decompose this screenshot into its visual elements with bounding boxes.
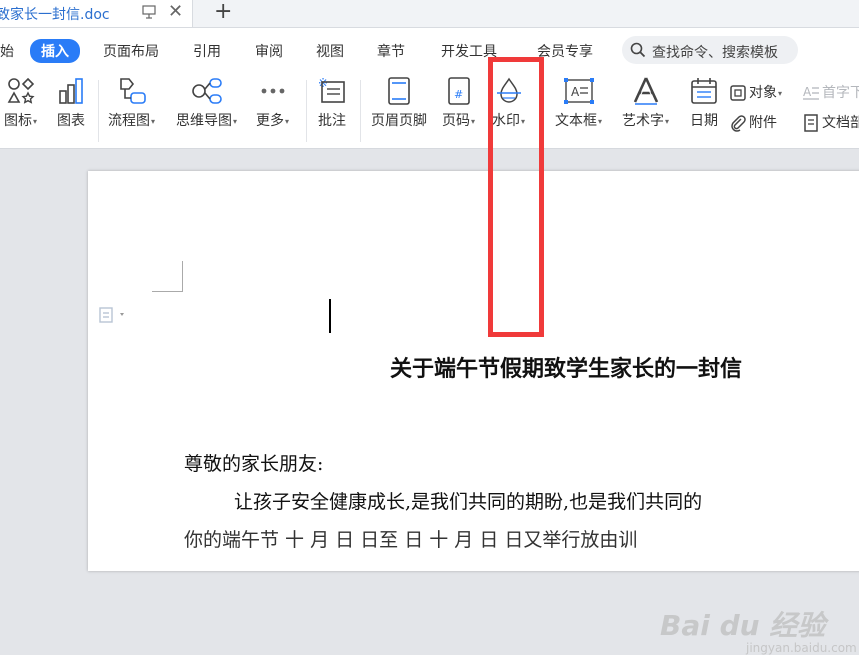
header-footer-label: 页眉页脚 xyxy=(371,113,427,129)
object-button[interactable]: 对象▾ xyxy=(729,82,782,102)
tab-references[interactable]: 引用 xyxy=(193,41,221,61)
wordart-button[interactable]: 艺术字▾ xyxy=(622,76,669,130)
insert-ribbon: 图标▾ 图表 流程图▾ 思维导图▾ 更多▾ ※ 批注 页眉页脚 # 页码▾ 水印… xyxy=(0,72,859,149)
document-parts-icon xyxy=(804,114,818,132)
document-area[interactable]: 关于端午节假期致学生家长的一封信 尊敬的家长朋友: 让孩子安全健康成长,是我们共… xyxy=(0,149,859,655)
more-icon xyxy=(261,88,284,94)
dropcap-label: 首字下 xyxy=(822,85,859,101)
text-cursor xyxy=(329,299,331,333)
doc-parts-button[interactable]: 文档部 xyxy=(802,112,859,132)
comment-label: 批注 xyxy=(318,113,346,129)
textbox-button[interactable]: A 文本框▾ xyxy=(555,76,602,130)
chevron-down-icon: ▾ xyxy=(665,116,670,126)
baidu-jingyan-url: jingyan.baidu.com xyxy=(746,641,857,655)
chevron-down-icon: ▾ xyxy=(285,116,290,126)
document-title: 关于端午节假期致学生家长的一封信 xyxy=(390,357,743,382)
date-button[interactable]: 日期 xyxy=(689,76,719,130)
ribbon-divider xyxy=(306,80,307,142)
icons-label: 图标 xyxy=(4,113,32,129)
body-paragraph-line-partial: 你的端午节 十 月 日 日至 日 十 月 日 日又举行放由训 xyxy=(184,529,638,551)
chart-label: 图表 xyxy=(57,113,85,129)
page-number-button[interactable]: # 页码▾ xyxy=(442,76,475,130)
tab-member[interactable]: 会员专享 xyxy=(537,41,593,61)
doc-parts-label: 文档部 xyxy=(822,115,859,131)
tab-review[interactable]: 审阅 xyxy=(255,41,283,61)
chart-button[interactable]: 图表 xyxy=(56,76,86,130)
object-icon xyxy=(730,85,746,101)
header-footer-icon xyxy=(388,77,410,105)
date-label: 日期 xyxy=(690,113,718,129)
textbox-label: 文本框 xyxy=(555,113,597,129)
icons-icon xyxy=(7,77,35,104)
margin-corner-mark xyxy=(152,261,183,292)
tab-view[interactable]: 视图 xyxy=(316,41,344,61)
salutation: 尊敬的家长朋友: xyxy=(184,453,324,475)
chevron-down-icon: ▾ xyxy=(778,88,783,98)
attachment-label: 附件 xyxy=(749,115,777,131)
tab-bar: 致家长一封信.doc ✕ + xyxy=(0,0,859,28)
attachment-button[interactable]: 附件 xyxy=(729,112,777,132)
chevron-down-icon: ▾ xyxy=(233,116,238,126)
comment-icon: ※ xyxy=(318,76,345,103)
ribbon-divider xyxy=(98,80,99,142)
mindmap-icon xyxy=(191,78,222,104)
close-tab-icon[interactable]: ✕ xyxy=(168,2,183,22)
tab-insert[interactable]: 插入 xyxy=(30,39,80,63)
more-label: 更多 xyxy=(256,113,284,129)
svg-text:A: A xyxy=(803,85,812,99)
tab-section[interactable]: 章节 xyxy=(377,41,405,61)
tab-page-layout[interactable]: 页面布局 xyxy=(103,41,159,61)
watermark-highlight-box xyxy=(488,57,544,337)
dropcap-icon: A xyxy=(803,85,819,100)
object-label: 对象 xyxy=(749,85,777,101)
header-footer-button[interactable]: 页眉页脚 xyxy=(371,76,427,130)
paperclip-icon xyxy=(731,115,746,132)
chevron-down-icon: ▾ xyxy=(151,116,156,126)
svg-text:#: # xyxy=(454,88,463,101)
flowchart-label: 流程图 xyxy=(108,113,150,129)
ribbon-divider xyxy=(360,80,361,142)
wordart-label: 艺术字 xyxy=(622,113,664,129)
search-placeholder: 查找命令、搜索模板 xyxy=(652,45,778,61)
comment-button[interactable]: ※ 批注 xyxy=(316,76,348,130)
dropcap-button[interactable]: A 首字下 xyxy=(802,82,859,102)
chevron-down-icon: ▾ xyxy=(33,116,38,126)
body-paragraph-line: 让孩子安全健康成长,是我们共同的期盼,也是我们共同的 xyxy=(234,491,703,513)
textbox-icon: A xyxy=(563,78,594,104)
menu-bar: 始 插入 页面布局 引用 审阅 视图 章节 开发工具 会员专享 查找命令、搜索模… xyxy=(0,28,859,72)
mindmap-label: 思维导图 xyxy=(176,113,232,129)
calendar-icon xyxy=(691,78,717,104)
flowchart-icon xyxy=(119,78,146,104)
icons-button[interactable]: 图标▾ xyxy=(4,76,37,130)
svg-text:※: ※ xyxy=(318,76,328,90)
search-icon xyxy=(630,42,646,58)
page-number-icon: # xyxy=(447,77,470,105)
tab-home[interactable]: 始 xyxy=(0,41,14,61)
wordart-icon xyxy=(633,77,658,105)
chevron-down-icon: ▾ xyxy=(598,116,603,126)
baidu-jingyan-logo: Bai du 经验 xyxy=(660,609,826,642)
pin-icon[interactable] xyxy=(142,5,156,19)
document-page[interactable]: 关于端午节假期致学生家长的一封信 尊敬的家长朋友: 让孩子安全健康成长,是我们共… xyxy=(88,171,859,571)
new-tab-button[interactable]: + xyxy=(214,0,232,24)
chart-icon xyxy=(59,78,83,104)
flowchart-button[interactable]: 流程图▾ xyxy=(108,76,155,130)
document-tab[interactable]: 致家长一封信.doc ✕ xyxy=(0,0,193,27)
document-tab-title[interactable]: 致家长一封信.doc xyxy=(0,4,110,24)
paragraph-menu-icon[interactable] xyxy=(98,307,128,327)
svg-text:A: A xyxy=(571,85,580,99)
page-number-label: 页码 xyxy=(442,113,470,129)
command-search[interactable]: 查找命令、搜索模板 xyxy=(622,36,798,64)
more-button[interactable]: 更多▾ xyxy=(256,76,289,130)
mindmap-button[interactable]: 思维导图▾ xyxy=(176,76,237,130)
chevron-down-icon: ▾ xyxy=(471,116,476,126)
